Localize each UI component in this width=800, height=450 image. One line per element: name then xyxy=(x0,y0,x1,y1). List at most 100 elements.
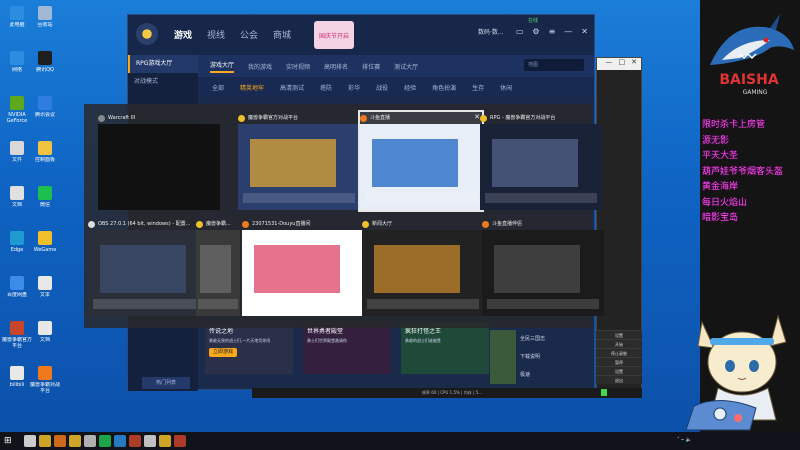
tool-menu-item[interactable]: 退出 xyxy=(596,375,642,384)
category-tab[interactable]: 生存 xyxy=(472,83,484,92)
tab-game[interactable]: 游戏 xyxy=(174,28,192,41)
tray-arrow-icon[interactable]: ˄ xyxy=(677,437,680,443)
tab-guild[interactable]: 公会 xyxy=(240,28,258,41)
desktop-icon[interactable]: 文档 xyxy=(2,186,32,214)
window-thumbnail[interactable]: OBS 27.0.1 (64 bit, windows) - 配置... xyxy=(88,218,210,316)
overlay-text-line: 暗影宝岛 xyxy=(702,213,739,223)
window-thumbnail[interactable]: 斗鱼直播 ✕ xyxy=(358,110,484,212)
subnav-tab[interactable]: 游戏大厅 xyxy=(210,60,235,73)
window-thumbnail[interactable]: 23071531-Douyu直播间 xyxy=(242,218,364,316)
app-icon xyxy=(98,114,105,122)
taskbar-app-icon[interactable] xyxy=(24,435,36,447)
taskbar-app-icon[interactable] xyxy=(39,435,51,447)
taskbar-app-icon[interactable] xyxy=(159,435,171,447)
desktop-icon[interactable]: WeGame xyxy=(30,231,60,259)
desktop-icon[interactable]: 回收站 xyxy=(30,6,60,34)
close-icon[interactable]: ✕ xyxy=(581,27,588,36)
taskbar-app-icon[interactable] xyxy=(84,435,96,447)
desktop-icon[interactable]: 文本 xyxy=(30,276,60,304)
taskbar-app-icon[interactable] xyxy=(144,435,156,447)
window-thumbnail[interactable]: Warcraft III xyxy=(98,112,220,210)
desktop-icon[interactable]: 魔兽争霸官方平台 xyxy=(2,321,32,349)
start-icon[interactable]: ⊞ xyxy=(4,436,12,446)
game-card[interactable]: 传说之地 勇敢无畏的战士们,一片天地凭你闯 立即游戏 xyxy=(205,322,293,374)
sidebar-item[interactable]: 对战模式 xyxy=(128,73,198,91)
taskbar-app-icon[interactable] xyxy=(69,435,81,447)
desktop-icon-image xyxy=(38,231,52,245)
minimize-icon[interactable]: — xyxy=(564,27,572,36)
category-tab[interactable]: 塔防 xyxy=(320,83,332,92)
network-icon[interactable]: ⌁ xyxy=(681,437,684,443)
category-tab[interactable]: 精英地牢 xyxy=(240,83,264,92)
tool-menu-item[interactable]: 设置 xyxy=(596,366,642,375)
subnav-tab[interactable]: 高明排名 xyxy=(324,62,348,71)
window-thumbnail[interactable]: 魔兽争霸官方对战平台 xyxy=(238,112,360,210)
desktop-icon[interactable]: 腾讯QQ xyxy=(30,51,60,79)
subnav-tab[interactable]: 我的游戏 xyxy=(248,62,272,71)
tab-watch[interactable]: 视线 xyxy=(207,28,225,41)
close-icon[interactable]: ✕ xyxy=(631,58,637,70)
subnav-tab[interactable]: 实时视频 xyxy=(286,62,310,71)
window-thumbnail[interactable]: RPG - 魔兽争霸官方对战平台 xyxy=(480,112,602,210)
window-preview xyxy=(196,230,240,316)
desktop-icon[interactable]: 百度网盘 xyxy=(2,276,32,304)
tool-menu-item[interactable]: 暂停 xyxy=(596,357,642,366)
game-card[interactable]: 疯狂打怪之王 勇敢的战士们谁能胜 xyxy=(401,322,489,374)
tool-menu-item[interactable]: 停止录制 xyxy=(596,348,642,357)
desktop-icon[interactable]: 文档 xyxy=(30,321,60,349)
category-tab[interactable]: 战役 xyxy=(376,83,388,92)
search-input[interactable]: 地图 xyxy=(524,59,584,71)
menu-icon[interactable]: ≡ xyxy=(549,27,556,36)
desktop-icon[interactable]: 此电脑 xyxy=(2,6,32,34)
taskbar-app-icon[interactable] xyxy=(54,435,66,447)
taskbar-app-icon[interactable] xyxy=(99,435,111,447)
side-list-item[interactable]: 下载说明 xyxy=(490,348,590,366)
volume-icon[interactable]: 🔈 xyxy=(686,437,692,443)
desktop-icon[interactable]: 文件 xyxy=(2,141,32,169)
app-icon xyxy=(482,220,489,228)
subnav-tab[interactable]: 排位赛 xyxy=(362,62,380,71)
play-button[interactable]: 立即游戏 xyxy=(209,348,237,357)
desktop-icon[interactable]: 腾讯会议 xyxy=(30,96,60,124)
desktop-icon-image xyxy=(10,96,24,110)
taskbar: ⊞ ˄ ⌁ 🔈 xyxy=(0,432,800,450)
desktop-icon[interactable]: 微信 xyxy=(30,186,60,214)
tool-menu-item[interactable]: 开始 xyxy=(596,339,642,348)
minimize-icon[interactable]: — xyxy=(606,58,613,70)
desktop-icon[interactable]: NVIDIA GeForce xyxy=(2,96,32,124)
desktop-icon[interactable]: bilibili xyxy=(2,366,32,394)
subnav-tab[interactable]: 测试大厅 xyxy=(394,62,418,71)
settings-icon[interactable]: ⚙ xyxy=(532,27,539,36)
taskbar-app-icon[interactable] xyxy=(114,435,126,447)
desktop-icon-label: 网络 xyxy=(11,67,22,73)
taskbar-app-icon[interactable] xyxy=(129,435,141,447)
game-card[interactable]: 世界勇者殿堂 勇士们世界殿堂邀请你 xyxy=(303,322,391,374)
platform-logo-icon xyxy=(136,23,158,45)
hot-list-button[interactable]: 热门列表 xyxy=(142,377,190,389)
chat-icon[interactable]: ▭ xyxy=(516,27,524,36)
window-thumbnail[interactable]: 新闻大厅 xyxy=(362,218,484,316)
window-title-text: 魔兽争霸官方对战平台 xyxy=(248,115,299,121)
desktop-icon[interactable]: 魔兽争霸对战平台 xyxy=(30,366,60,394)
event-badge[interactable]: 国庆节开启 xyxy=(314,21,354,49)
game-card-subtitle: 勇敢无畏的战士们,一片天地凭你闯 xyxy=(209,338,271,343)
tool-menu-item[interactable]: 设置 xyxy=(596,330,642,339)
maximize-icon[interactable]: □ xyxy=(619,58,626,70)
desktop-icon[interactable]: 网络 xyxy=(2,51,32,79)
window-thumbnail[interactable]: 斗鱼直播伴侣 xyxy=(482,218,604,316)
category-tab[interactable]: 角色扮演 xyxy=(432,83,456,92)
taskbar-app-icon[interactable] xyxy=(174,435,186,447)
sidebar-item[interactable]: RPG游戏大厅 xyxy=(128,55,198,73)
desktop-icon[interactable]: Edge xyxy=(2,231,32,259)
tab-shop[interactable]: 商城 xyxy=(273,28,291,41)
side-list-item[interactable]: 全民三国志 xyxy=(490,330,590,348)
side-list-item[interactable]: 极速 xyxy=(490,366,590,384)
username[interactable]: 数码·数... xyxy=(478,27,504,36)
category-tab[interactable]: 经验 xyxy=(404,83,416,92)
category-tab[interactable]: 全部 xyxy=(212,83,224,92)
category-tab[interactable]: 高清测试 xyxy=(280,83,304,92)
category-tab[interactable]: 彩华 xyxy=(348,83,360,92)
category-tab[interactable]: 休闲 xyxy=(500,83,512,92)
window-thumbnail[interactable]: 魔兽争霸... xyxy=(196,218,240,316)
desktop-icon[interactable]: 控制面板 xyxy=(30,141,60,169)
